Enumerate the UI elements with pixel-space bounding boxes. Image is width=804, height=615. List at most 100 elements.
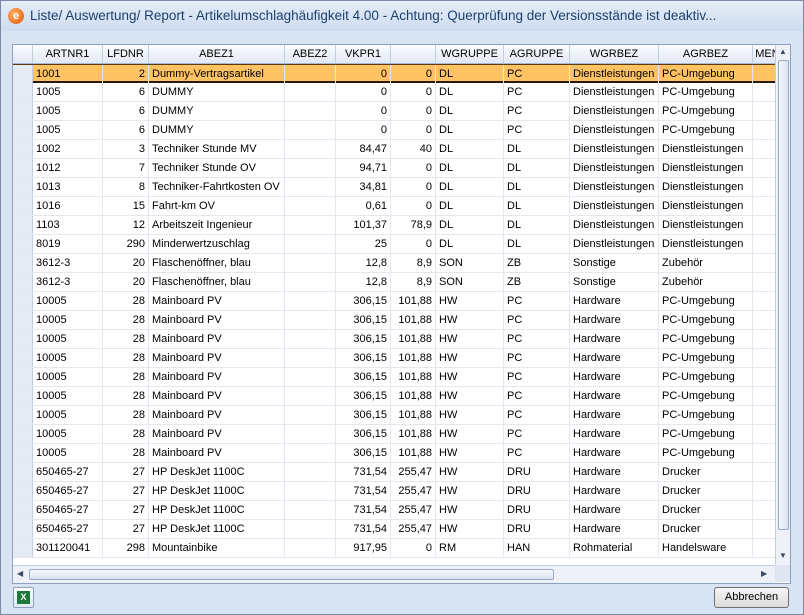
cell-agruppe: DRU: [504, 501, 570, 519]
column-header-ek[interactable]: [391, 45, 436, 63]
table-row[interactable]: 1016 15 Fahrt-km OV 0,61 0 DL DL Dienstleistung…: [13, 197, 775, 216]
cell-artnr1: 650465-27: [33, 520, 103, 538]
column-header-agruppe[interactable]: AGRUPPE: [504, 45, 570, 63]
cell-abez1: Mainboard PV: [149, 387, 285, 405]
cell-lfdnr: 298: [103, 539, 149, 557]
table-row[interactable]: 10005 28 Mainboard PV 306,15 101,88 HW PC Hardw…: [13, 406, 775, 425]
cell-wgrbez: Dienstleistungen: [570, 83, 659, 101]
cell-wgrbez: Hardware: [570, 425, 659, 443]
excel-export-button[interactable]: X: [13, 587, 34, 608]
scroll-down-icon[interactable]: ▼: [779, 551, 787, 561]
cell-vkpr1: 306,15: [336, 330, 391, 348]
cell-agrbez: PC-Umgebung: [659, 387, 753, 405]
row-indicator[interactable]: [13, 501, 33, 519]
row-indicator[interactable]: [13, 444, 33, 462]
row-indicator[interactable]: [13, 83, 33, 101]
column-header-abez2[interactable]: ABEZ2: [285, 45, 336, 63]
table-row[interactable]: 10005 28 Mainboard PV 306,15 101,88 HW PC Hardw…: [13, 349, 775, 368]
row-indicator[interactable]: [13, 292, 33, 310]
row-indicator[interactable]: [13, 159, 33, 177]
row-indicator[interactable]: [13, 65, 33, 83]
table-row[interactable]: 650465-27 27 HP DeskJet 1100C 731,54 255,47 H…: [13, 463, 775, 482]
cell-vkpr1: 306,15: [336, 311, 391, 329]
cell-artnr1: 650465-27: [33, 463, 103, 481]
column-header-wgrbez[interactable]: WGRBEZ: [570, 45, 659, 63]
report-grid[interactable]: ARTNR1 LFDNR ABEZ1 ABEZ2 VKPR1 WGRUPPE AGRUPPE…: [12, 44, 791, 584]
cell-wgrbez: Dienstleistungen: [570, 178, 659, 196]
table-row[interactable]: 1005 6 DUMMY 0 0 DL PC Dienstleistungen PC-Umgeb…: [13, 121, 775, 140]
table-row[interactable]: 10005 28 Mainboard PV 306,15 101,88 HW PC Hardw…: [13, 330, 775, 349]
table-row[interactable]: 1005 6 DUMMY 0 0 DL PC Dienstleistungen PC-Umgeb…: [13, 102, 775, 121]
cell-wgruppe: HW: [436, 501, 504, 519]
table-row[interactable]: 10005 28 Mainboard PV 306,15 101,88 HW PC Hardw…: [13, 368, 775, 387]
column-header-wgruppe[interactable]: WGRUPPE: [436, 45, 504, 63]
cell-ek: 101,88: [391, 311, 436, 329]
table-row[interactable]: 10005 28 Mainboard PV 306,15 101,88 HW PC Hardw…: [13, 387, 775, 406]
cell-wgrbez: Hardware: [570, 444, 659, 462]
table-row[interactable]: 650465-27 27 HP DeskJet 1100C 731,54 255,47 H…: [13, 501, 775, 520]
column-header-artnr1[interactable]: ARTNR1: [33, 45, 103, 63]
cell-ek: 101,88: [391, 292, 436, 310]
vertical-scrollbar[interactable]: ▲ ▼: [775, 45, 790, 565]
column-header-lfdnr[interactable]: LFDNR: [103, 45, 149, 63]
table-row[interactable]: 3612-3 20 Flaschenöffner, blau 12,8 8,9 SON ZB…: [13, 254, 775, 273]
cell-lfdnr: 12: [103, 216, 149, 234]
cell-artnr1: 1016: [33, 197, 103, 215]
row-indicator[interactable]: [13, 387, 33, 405]
vertical-scroll-thumb[interactable]: [778, 60, 789, 530]
row-indicator[interactable]: [13, 425, 33, 443]
scroll-up-icon[interactable]: ▲: [779, 47, 787, 57]
horizontal-scrollbar[interactable]: ◀ ▶: [13, 565, 775, 583]
row-indicator[interactable]: [13, 311, 33, 329]
cell-wgrbez: Hardware: [570, 330, 659, 348]
column-header-agrbez[interactable]: AGRBEZ: [659, 45, 753, 63]
table-row[interactable]: 1012 7 Techniker Stunde OV 94,71 0 DL DL Dienst…: [13, 159, 775, 178]
table-row[interactable]: 1005 6 DUMMY 0 0 DL PC Dienstleistungen PC-Umgeb…: [13, 83, 775, 102]
cell-agrbez: PC-Umgebung: [659, 368, 753, 386]
row-indicator[interactable]: [13, 235, 33, 253]
cell-artnr1: 301120041: [33, 539, 103, 557]
table-row[interactable]: 8019 290 Minderwertzuschlag 25 0 DL DL Dienstle…: [13, 235, 775, 254]
table-row[interactable]: 1013 8 Techniker-Fahrtkosten OV 34,81 0 DL DL D…: [13, 178, 775, 197]
scroll-corner: [775, 565, 790, 582]
row-indicator[interactable]: [13, 349, 33, 367]
title-bar[interactable]: e Liste/ Auswertung/ Report - Artikelums…: [1, 1, 803, 31]
row-indicator[interactable]: [13, 406, 33, 424]
row-indicator[interactable]: [13, 197, 33, 215]
table-row[interactable]: 1103 12 Arbeitszeit Ingenieur 101,37 78,9 DL D…: [13, 216, 775, 235]
row-indicator[interactable]: [13, 539, 33, 557]
row-indicator[interactable]: [13, 254, 33, 272]
cell-vkpr1: 12,8: [336, 273, 391, 291]
table-row[interactable]: 301120041 298 Mountainbike 917,95 0 RM HAN Rohm…: [13, 539, 775, 558]
row-indicator[interactable]: [13, 140, 33, 158]
cell-abez1: HP DeskJet 1100C: [149, 501, 285, 519]
table-row-selected[interactable]: 1001 2 Dummy-Vertragsartikel 0 0 DL PC Dienstle…: [13, 64, 775, 83]
row-indicator[interactable]: [13, 368, 33, 386]
row-indicator[interactable]: [13, 273, 33, 291]
row-indicator[interactable]: [13, 520, 33, 538]
row-indicator[interactable]: [13, 330, 33, 348]
scroll-left-icon[interactable]: ◀: [17, 569, 23, 579]
table-row[interactable]: 3612-3 20 Flaschenöffner, blau 12,8 8,9 SON ZB…: [13, 273, 775, 292]
row-indicator[interactable]: [13, 102, 33, 120]
horizontal-scroll-thumb[interactable]: [29, 569, 554, 580]
cancel-button[interactable]: Abbrechen: [714, 587, 789, 608]
row-indicator[interactable]: [13, 121, 33, 139]
row-indicator[interactable]: [13, 482, 33, 500]
column-header-abez1[interactable]: ABEZ1: [149, 45, 285, 63]
table-row[interactable]: 10005 28 Mainboard PV 306,15 101,88 HW PC Hardw…: [13, 292, 775, 311]
column-header-vkpr1[interactable]: VKPR1: [336, 45, 391, 63]
row-indicator[interactable]: [13, 216, 33, 234]
table-row[interactable]: 10005 28 Mainboard PV 306,15 101,88 HW PC Hardw…: [13, 425, 775, 444]
row-indicator[interactable]: [13, 178, 33, 196]
row-indicator[interactable]: [13, 463, 33, 481]
table-row[interactable]: 10005 28 Mainboard PV 306,15 101,88 HW PC Hardw…: [13, 444, 775, 463]
table-row[interactable]: 650465-27 27 HP DeskJet 1100C 731,54 255,47 H…: [13, 482, 775, 501]
table-row[interactable]: 10005 28 Mainboard PV 306,15 101,88 HW PC Hardw…: [13, 311, 775, 330]
cell-wgruppe: HW: [436, 406, 504, 424]
table-row[interactable]: 1002 3 Techniker Stunde MV 84,47 40 DL DL Diens…: [13, 140, 775, 159]
table-row[interactable]: 650465-27 27 HP DeskJet 1100C 731,54 255,47 H…: [13, 520, 775, 539]
scroll-right-icon[interactable]: ▶: [761, 569, 767, 579]
cell-abez1: Techniker Stunde OV: [149, 159, 285, 177]
cell-wgruppe: RM: [436, 539, 504, 557]
